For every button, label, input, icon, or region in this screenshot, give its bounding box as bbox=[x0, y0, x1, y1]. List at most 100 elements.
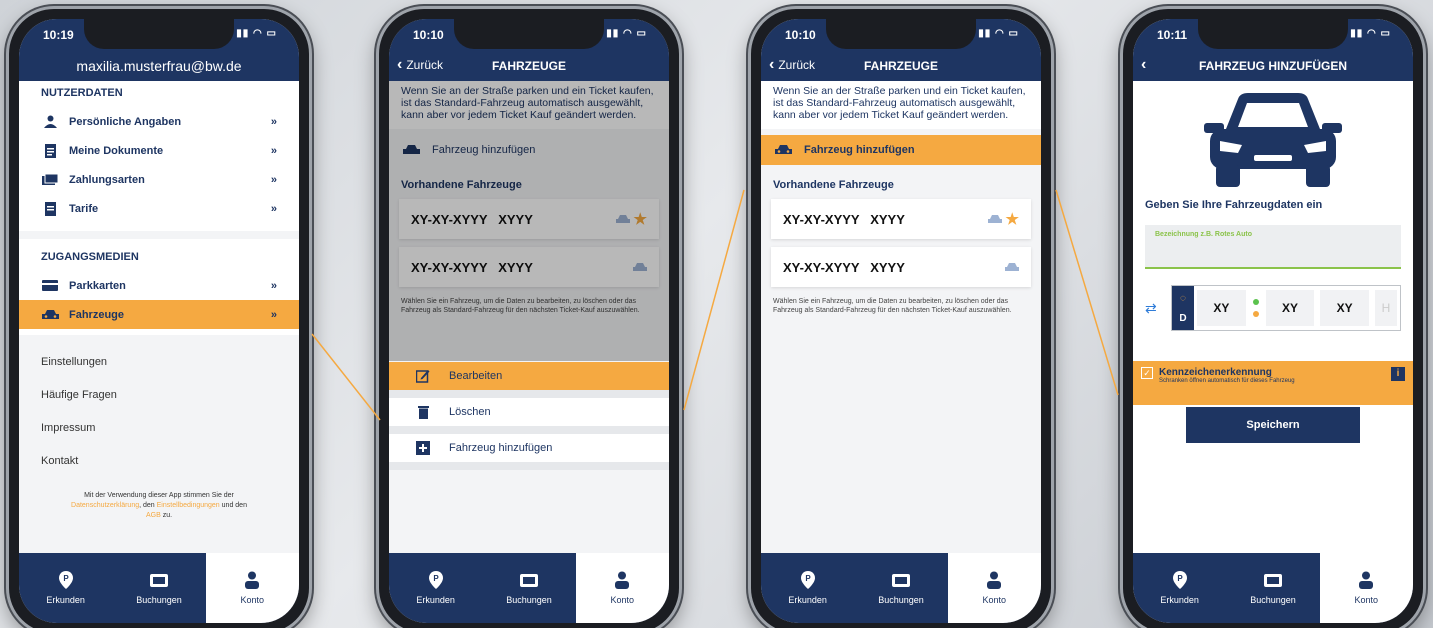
menu-label: Parkkarten bbox=[69, 279, 126, 292]
person-icon bbox=[614, 571, 630, 589]
license-plate[interactable]: ◌ D XY XY XY H bbox=[1171, 285, 1401, 331]
back-button[interactable]: ‹ bbox=[1141, 56, 1147, 73]
chevron-left-icon: ‹ bbox=[397, 56, 403, 73]
nav-bar: ‹ Zurück FAHRZEUGE bbox=[761, 51, 1041, 81]
privacy-link[interactable]: Datenschutzerklärung bbox=[71, 502, 139, 509]
tab-label: Erkunden bbox=[1160, 595, 1199, 605]
menu-item-fahrzeuge[interactable]: Fahrzeuge » bbox=[19, 300, 299, 329]
edit-label: Bearbeiten bbox=[449, 370, 503, 382]
info-icon[interactable]: i bbox=[1391, 367, 1405, 381]
tab-konto[interactable]: Konto bbox=[1319, 553, 1413, 623]
tab-buchungen[interactable]: Buchungen bbox=[112, 553, 205, 623]
add-vehicle-action[interactable]: Fahrzeug hinzufügen bbox=[389, 434, 669, 462]
menu-item-meine-dokumente[interactable]: Meine Dokumente » bbox=[19, 136, 299, 165]
tab-bar: P Erkunden Buchungen Konto bbox=[19, 553, 299, 623]
phone-frame-account: 10:19 ▮▮ ◠ ▭ maxilia.musterfrau@bw.de NU… bbox=[6, 6, 312, 628]
svg-text:P: P bbox=[1177, 574, 1183, 583]
vehicle-name-placeholder: Bezeichnung z.B. Rotes Auto bbox=[1155, 231, 1252, 238]
account-content[interactable]: NUTZERDATEN Persönliche Angaben » Meine … bbox=[19, 81, 299, 553]
plate-segment[interactable]: XY bbox=[1320, 290, 1370, 326]
terms-link[interactable]: Einstellbedingungen bbox=[157, 502, 220, 509]
map-pin-icon: P bbox=[800, 571, 815, 589]
page-title: FAHRZEUGE bbox=[863, 59, 938, 73]
map-pin-icon: P bbox=[1172, 571, 1187, 589]
plate-recognition-toggle[interactable]: ✓ Kennzeichenerkennung Schranken öffnen … bbox=[1133, 361, 1413, 405]
phone-frame-vehicles-actions: 10:10 ▮▮ ◠ ▭ ‹ Zurück FAHRZEUGE Wenn Sie … bbox=[376, 6, 682, 628]
car-icon bbox=[987, 212, 1002, 227]
menu-item-persoenliche-angaben[interactable]: Persönliche Angaben » bbox=[19, 107, 299, 136]
tab-buchungen[interactable]: Buchungen bbox=[482, 553, 575, 623]
car-icon bbox=[775, 145, 792, 155]
menu-label: Meine Dokumente bbox=[69, 144, 164, 157]
section-nutzerdaten: NUTZERDATEN Persönliche Angaben » Meine … bbox=[19, 81, 299, 231]
tab-bar: P Erkunden Buchungen Konto bbox=[389, 553, 669, 623]
menu-item-tarife[interactable]: Tarife » bbox=[19, 194, 299, 223]
legal-text-part: zu. bbox=[162, 512, 173, 519]
menu-item-zahlungsarten[interactable]: Zahlungsarten » bbox=[19, 165, 299, 194]
license-plate-input: ⇄ ◌ D XY XY XY H bbox=[1145, 285, 1401, 331]
menu-item-parkkarten[interactable]: Parkkarten » bbox=[19, 271, 299, 300]
plate-segment[interactable]: XY bbox=[1197, 290, 1246, 326]
add-vehicle-label: Fahrzeug hinzufügen bbox=[804, 144, 915, 156]
legal-text: Mit der Verwendung dieser App stimmen Si… bbox=[19, 477, 299, 521]
menu-item-einstellungen[interactable]: Einstellungen bbox=[19, 345, 299, 378]
tab-label: Erkunden bbox=[788, 595, 827, 605]
agb-link[interactable]: AGB bbox=[146, 512, 161, 519]
back-button[interactable]: ‹ Zurück bbox=[397, 56, 443, 73]
swap-icon[interactable]: ⇄ bbox=[1145, 300, 1171, 317]
person-icon bbox=[41, 115, 59, 129]
menu-label: Persönliche Angaben bbox=[69, 115, 182, 128]
plate-segment[interactable]: XY bbox=[1265, 290, 1315, 326]
notch bbox=[826, 19, 976, 49]
tab-buchungen[interactable]: Buchungen bbox=[1226, 553, 1319, 623]
svg-text:P: P bbox=[433, 574, 439, 583]
tab-konto[interactable]: Konto bbox=[575, 553, 669, 623]
notch bbox=[84, 19, 234, 49]
checkbox[interactable]: ✓ bbox=[1141, 367, 1153, 379]
save-button[interactable]: Speichern bbox=[1186, 407, 1360, 443]
delete-action[interactable]: Löschen bbox=[389, 398, 669, 426]
account-header: maxilia.musterfrau@bw.de bbox=[19, 51, 299, 81]
person-icon bbox=[986, 571, 1002, 589]
menu-item-haeufige-fragen[interactable]: Häufige Fragen bbox=[19, 378, 299, 411]
vehicle-card[interactable]: XY-XY-XYYY XYYY bbox=[771, 247, 1031, 287]
action-sheet: Bearbeiten Löschen Fahrzeug hinzufügen bbox=[389, 362, 669, 470]
plate-suffix[interactable]: H bbox=[1375, 290, 1398, 326]
page-title: FAHRZEUGE bbox=[491, 59, 566, 73]
screen-vehicles: 10:10 ▮▮ ◠ ▭ ‹ Zurück FAHRZEUGE Wenn Sie … bbox=[761, 19, 1041, 623]
ticket-icon bbox=[149, 571, 168, 589]
tab-erkunden[interactable]: P Erkunden bbox=[1133, 553, 1226, 623]
vehicle-card[interactable]: XY-XY-XYYY XYYY ★ bbox=[771, 199, 1031, 239]
menu-item-impressum[interactable]: Impressum bbox=[19, 411, 299, 444]
car-icon bbox=[41, 308, 59, 322]
eu-stars-icon: ◌ bbox=[1180, 292, 1186, 304]
tab-buchungen[interactable]: Buchungen bbox=[854, 553, 947, 623]
chevron-right-icon: » bbox=[270, 279, 277, 292]
delete-label: Löschen bbox=[449, 406, 491, 418]
notch bbox=[454, 19, 604, 49]
tab-erkunden[interactable]: P Erkunden bbox=[19, 553, 112, 623]
tab-konto[interactable]: Konto bbox=[205, 553, 299, 623]
person-icon bbox=[1358, 571, 1374, 589]
menu-item-kontakt[interactable]: Kontakt bbox=[19, 444, 299, 477]
tab-bar: P Erkunden Buchungen Konto bbox=[761, 553, 1041, 623]
map-pin-icon: P bbox=[428, 571, 443, 589]
tab-konto[interactable]: Konto bbox=[947, 553, 1041, 623]
ticket-icon bbox=[519, 571, 538, 589]
chevron-left-icon: ‹ bbox=[1141, 56, 1147, 73]
tab-erkunden[interactable]: P Erkunden bbox=[389, 553, 482, 623]
back-label: Zurück bbox=[778, 58, 816, 72]
edit-action[interactable]: Bearbeiten bbox=[389, 362, 669, 390]
tab-label: Erkunden bbox=[46, 595, 85, 605]
signal-icons: ▮▮ ◠ ▭ bbox=[236, 28, 277, 39]
plate-recognition-title: Kennzeichenerkennung bbox=[1159, 367, 1272, 378]
svg-text:P: P bbox=[63, 574, 69, 583]
legal-text-part: und den bbox=[221, 502, 247, 509]
star-icon[interactable]: ★ bbox=[1006, 210, 1019, 228]
back-button[interactable]: ‹ Zurück bbox=[769, 57, 816, 73]
tab-erkunden[interactable]: P Erkunden bbox=[761, 553, 854, 623]
tab-label: Konto bbox=[610, 595, 635, 605]
document-icon bbox=[41, 143, 59, 158]
add-vehicle-row[interactable]: Fahrzeug hinzufügen bbox=[761, 135, 1041, 165]
vehicle-name-input[interactable]: Bezeichnung z.B. Rotes Auto bbox=[1145, 225, 1401, 269]
